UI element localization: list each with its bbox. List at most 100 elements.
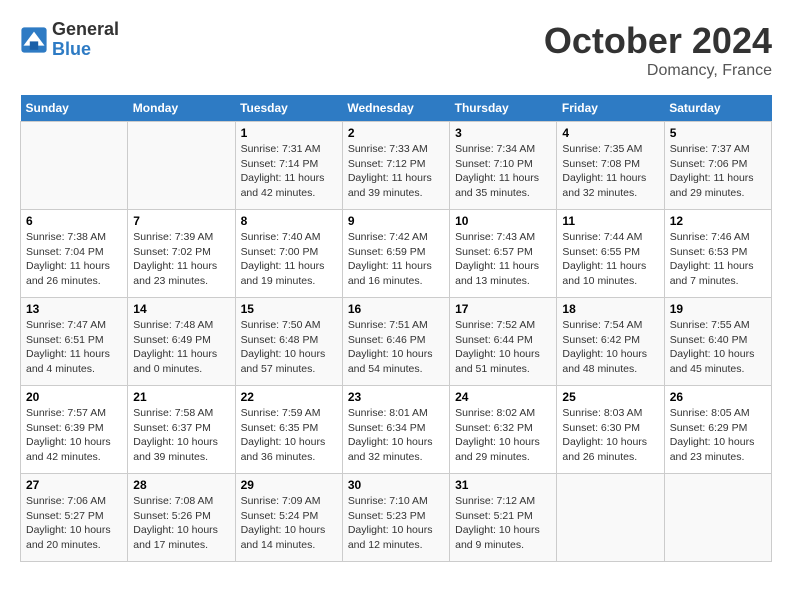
day-number: 8 [241, 214, 337, 228]
day-info: Sunrise: 7:55 AMSunset: 6:40 PMDaylight:… [670, 318, 766, 377]
logo-icon [20, 26, 48, 54]
day-number: 16 [348, 302, 444, 316]
day-info: Sunrise: 7:46 AMSunset: 6:53 PMDaylight:… [670, 230, 766, 289]
day-number: 29 [241, 478, 337, 492]
calendar-table: SundayMondayTuesdayWednesdayThursdayFrid… [20, 95, 772, 562]
day-number: 22 [241, 390, 337, 404]
month-title: October 2024 [544, 20, 772, 62]
calendar-cell: 23Sunrise: 8:01 AMSunset: 6:34 PMDayligh… [342, 386, 449, 474]
title-block: October 2024 Domancy, France [544, 20, 772, 80]
day-info: Sunrise: 7:54 AMSunset: 6:42 PMDaylight:… [562, 318, 658, 377]
day-info: Sunrise: 7:50 AMSunset: 6:48 PMDaylight:… [241, 318, 337, 377]
day-info: Sunrise: 7:44 AMSunset: 6:55 PMDaylight:… [562, 230, 658, 289]
calendar-cell: 19 Sunrise: 7:55 AMSunset: 6:40 PMDayligh… [664, 298, 771, 386]
weekday-header: Thursday [450, 95, 557, 122]
logo-line1: General [52, 20, 119, 40]
calendar-cell: 28 Sunrise: 7:08 AMSunset: 5:26 PMDayligh… [128, 474, 235, 562]
day-number: 30 [348, 478, 444, 492]
calendar-cell: 17Sunrise: 7:52 AMSunset: 6:44 PMDayligh… [450, 298, 557, 386]
calendar-cell: 31 Sunrise: 7:12 AMSunset: 5:21 PMDayligh… [450, 474, 557, 562]
day-number: 26 [670, 390, 766, 404]
day-number: 1 [241, 126, 337, 140]
day-info: Sunrise: 7:34 AMSunset: 7:10 PMDaylight:… [455, 142, 551, 201]
calendar-cell: 9 Sunrise: 7:42 AMSunset: 6:59 PMDaylight… [342, 210, 449, 298]
calendar-cell: 15 Sunrise: 7:50 AMSunset: 6:48 PMDayligh… [235, 298, 342, 386]
day-info: Sunrise: 7:06 AMSunset: 5:27 PMDaylight:… [26, 494, 122, 553]
weekday-header: Monday [128, 95, 235, 122]
day-number: 9 [348, 214, 444, 228]
day-number: 21 [133, 390, 229, 404]
day-number: 4 [562, 126, 658, 140]
day-info: Sunrise: 7:37 AMSunset: 7:06 PMDaylight:… [670, 142, 766, 201]
day-info: Sunrise: 7:38 AMSunset: 7:04 PMDaylight:… [26, 230, 122, 289]
day-number: 15 [241, 302, 337, 316]
logo: General Blue [20, 20, 119, 60]
day-number: 6 [26, 214, 122, 228]
day-info: Sunrise: 7:33 AMSunset: 7:12 PMDaylight:… [348, 142, 444, 201]
weekday-header: Sunday [21, 95, 128, 122]
calendar-cell [664, 474, 771, 562]
day-number: 14 [133, 302, 229, 316]
calendar-cell: 16 Sunrise: 7:51 AMSunset: 6:46 PMDayligh… [342, 298, 449, 386]
calendar-cell: 18 Sunrise: 7:54 AMSunset: 6:42 PMDayligh… [557, 298, 664, 386]
day-info: Sunrise: 7:12 AMSunset: 5:21 PMDaylight:… [455, 494, 551, 553]
calendar-cell: 3 Sunrise: 7:34 AMSunset: 7:10 PMDaylight… [450, 122, 557, 210]
logo-line2: Blue [52, 40, 119, 60]
day-info: Sunrise: 7:57 AMSunset: 6:39 PMDaylight:… [26, 406, 122, 465]
day-info: Sunrise: 7:31 AMSunset: 7:14 PMDaylight:… [241, 142, 337, 201]
day-number: 12 [670, 214, 766, 228]
calendar-cell: 25Sunrise: 8:03 AMSunset: 6:30 PMDayligh… [557, 386, 664, 474]
day-number: 11 [562, 214, 658, 228]
day-info: Sunrise: 7:52 AMSunset: 6:44 PMDaylight:… [455, 318, 551, 377]
calendar-week-row: 13Sunrise: 7:47 AMSunset: 6:51 PMDayligh… [21, 298, 772, 386]
calendar-cell: 6 Sunrise: 7:38 AMSunset: 7:04 PMDaylight… [21, 210, 128, 298]
calendar-cell [21, 122, 128, 210]
day-info: Sunrise: 7:10 AMSunset: 5:23 PMDaylight:… [348, 494, 444, 553]
calendar-cell: 12 Sunrise: 7:46 AMSunset: 6:53 PMDayligh… [664, 210, 771, 298]
calendar-week-row: 1 Sunrise: 7:31 AMSunset: 7:14 PMDaylight… [21, 122, 772, 210]
calendar-cell: 14 Sunrise: 7:48 AMSunset: 6:49 PMDayligh… [128, 298, 235, 386]
day-number: 18 [562, 302, 658, 316]
weekday-header: Friday [557, 95, 664, 122]
day-info: Sunrise: 7:47 AMSunset: 6:51 PMDaylight:… [26, 318, 122, 377]
weekday-header: Wednesday [342, 95, 449, 122]
day-number: 25 [562, 390, 658, 404]
day-info: Sunrise: 7:48 AMSunset: 6:49 PMDaylight:… [133, 318, 229, 377]
day-info: Sunrise: 7:40 AMSunset: 7:00 PMDaylight:… [241, 230, 337, 289]
day-number: 2 [348, 126, 444, 140]
day-info: Sunrise: 7:51 AMSunset: 6:46 PMDaylight:… [348, 318, 444, 377]
weekday-header: Tuesday [235, 95, 342, 122]
calendar-cell: 22 Sunrise: 7:59 AMSunset: 6:35 PMDayligh… [235, 386, 342, 474]
day-number: 28 [133, 478, 229, 492]
calendar-cell: 5 Sunrise: 7:37 AMSunset: 7:06 PMDaylight… [664, 122, 771, 210]
calendar-cell: 10 Sunrise: 7:43 AMSunset: 6:57 PMDayligh… [450, 210, 557, 298]
day-number: 24 [455, 390, 551, 404]
day-number: 3 [455, 126, 551, 140]
calendar-cell [128, 122, 235, 210]
day-info: Sunrise: 7:58 AMSunset: 6:37 PMDaylight:… [133, 406, 229, 465]
calendar-week-row: 6 Sunrise: 7:38 AMSunset: 7:04 PMDaylight… [21, 210, 772, 298]
day-info: Sunrise: 7:09 AMSunset: 5:24 PMDaylight:… [241, 494, 337, 553]
day-number: 10 [455, 214, 551, 228]
calendar-cell: 11 Sunrise: 7:44 AMSunset: 6:55 PMDayligh… [557, 210, 664, 298]
calendar-week-row: 20 Sunrise: 7:57 AMSunset: 6:39 PMDayligh… [21, 386, 772, 474]
day-info: Sunrise: 7:59 AMSunset: 6:35 PMDaylight:… [241, 406, 337, 465]
calendar-cell: 29 Sunrise: 7:09 AMSunset: 5:24 PMDayligh… [235, 474, 342, 562]
calendar-cell: 24Sunrise: 8:02 AMSunset: 6:32 PMDayligh… [450, 386, 557, 474]
day-number: 19 [670, 302, 766, 316]
day-info: Sunrise: 7:39 AMSunset: 7:02 PMDaylight:… [133, 230, 229, 289]
calendar-cell: 27Sunrise: 7:06 AMSunset: 5:27 PMDayligh… [21, 474, 128, 562]
day-info: Sunrise: 7:43 AMSunset: 6:57 PMDaylight:… [455, 230, 551, 289]
day-number: 31 [455, 478, 551, 492]
day-number: 20 [26, 390, 122, 404]
calendar-cell: 8 Sunrise: 7:40 AMSunset: 7:00 PMDaylight… [235, 210, 342, 298]
page-header: General Blue October 2024 Domancy, Franc… [20, 20, 772, 80]
calendar-cell: 20 Sunrise: 7:57 AMSunset: 6:39 PMDayligh… [21, 386, 128, 474]
calendar-cell: 2 Sunrise: 7:33 AMSunset: 7:12 PMDaylight… [342, 122, 449, 210]
calendar-cell: 13Sunrise: 7:47 AMSunset: 6:51 PMDayligh… [21, 298, 128, 386]
day-info: Sunrise: 7:42 AMSunset: 6:59 PMDaylight:… [348, 230, 444, 289]
day-info: Sunrise: 7:08 AMSunset: 5:26 PMDaylight:… [133, 494, 229, 553]
day-number: 7 [133, 214, 229, 228]
calendar-cell: 7 Sunrise: 7:39 AMSunset: 7:02 PMDaylight… [128, 210, 235, 298]
day-number: 5 [670, 126, 766, 140]
